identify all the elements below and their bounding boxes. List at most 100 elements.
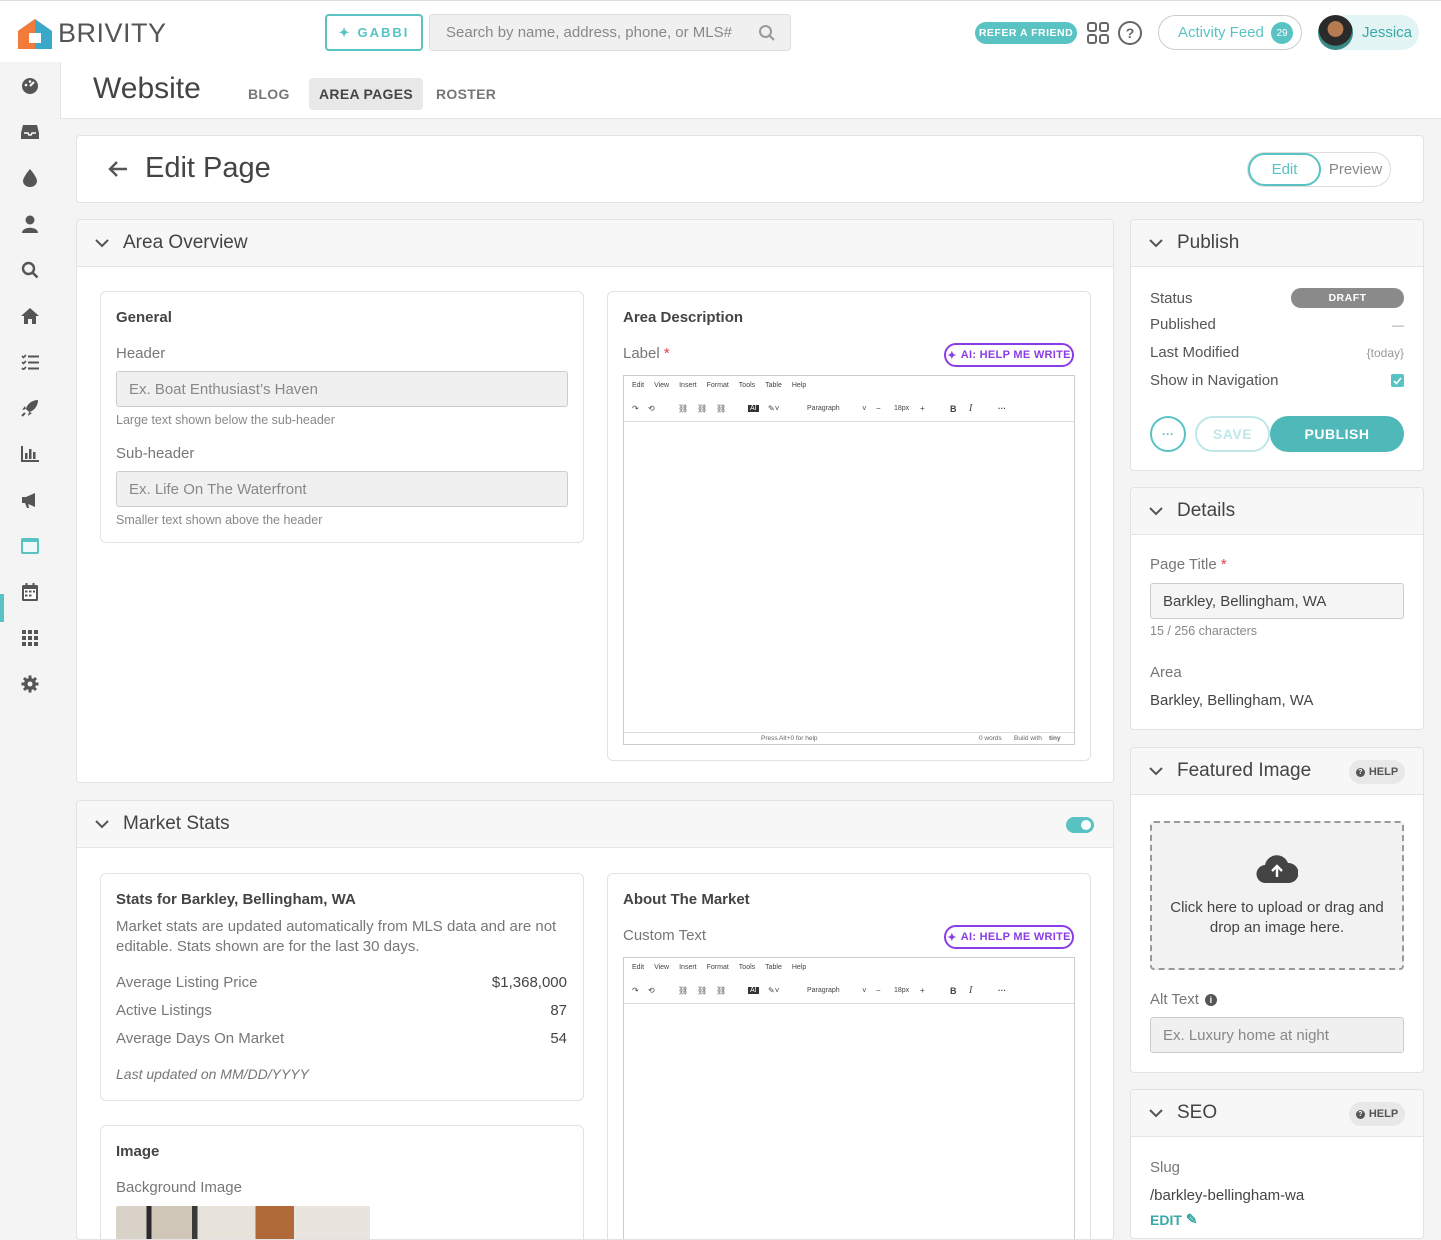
save-button[interactable]: SAVE — [1195, 416, 1270, 452]
person-icon[interactable] — [20, 214, 40, 234]
apps-nav-icon[interactable] — [20, 628, 40, 648]
area-overview-header[interactable]: Area Overview — [77, 220, 1113, 267]
chevron-down-icon[interactable] — [95, 819, 109, 829]
rich-text-editor[interactable]: Edit View Insert Format Tools Table Help… — [623, 375, 1075, 745]
apps-grid-icon[interactable] — [1087, 22, 1109, 44]
help-button[interactable]: ? HELP — [1349, 1102, 1405, 1126]
global-search-input[interactable]: Search by name, address, phone, or MLS# — [429, 14, 791, 51]
tiny-logo[interactable]: tiny — [1049, 735, 1061, 742]
website-icon[interactable] — [20, 536, 40, 556]
help-button[interactable]: ? HELP — [1349, 760, 1405, 784]
font-size-increase-icon[interactable]: + — [920, 986, 925, 995]
chevron-down-icon[interactable] — [95, 238, 109, 248]
refer-a-friend-button[interactable]: REFER A FRIEND — [975, 22, 1077, 44]
activity-feed-button[interactable]: Activity Feed 29 — [1158, 15, 1302, 50]
gabbi-button[interactable]: ✦ GABBI — [325, 14, 423, 51]
ai-assist-icon[interactable]: AI — [748, 405, 759, 412]
more-icon[interactable]: ··· — [998, 986, 1006, 995]
help-icon[interactable]: ? — [1117, 20, 1143, 46]
redo-icon[interactable]: ↷ — [632, 404, 639, 413]
chevron-down-icon[interactable]: ˅ — [862, 404, 867, 413]
rich-text-editor[interactable]: Edit View Insert Format Tools Table Help… — [623, 957, 1075, 1239]
tab-roster[interactable]: ROSTER — [426, 78, 506, 110]
unlink-icon[interactable]: ⛓ — [697, 404, 707, 413]
show-in-nav-checkbox[interactable] — [1391, 374, 1404, 387]
mode-edit-button[interactable]: Edit — [1248, 153, 1321, 186]
editor-menu-edit[interactable]: Edit — [632, 382, 644, 396]
editor-menu-view[interactable]: View — [654, 964, 669, 978]
italic-icon[interactable]: I — [969, 403, 972, 414]
ai-help-me-write-button[interactable]: ✦ AI: HELP ME WRITE — [944, 343, 1074, 367]
link-icon[interactable]: ⛓ — [678, 404, 688, 413]
background-image-thumbnail[interactable] — [116, 1206, 370, 1239]
ai-help-me-write-button[interactable]: ✦ AI: HELP ME WRITE — [944, 925, 1074, 949]
chevron-down-icon[interactable] — [1149, 506, 1163, 516]
font-size-value[interactable]: 18px — [894, 405, 909, 412]
italic-icon[interactable]: I — [969, 985, 972, 996]
page-title-input[interactable]: Barkley, Bellingham, WA — [1150, 583, 1404, 619]
editor-menu-tools[interactable]: Tools — [739, 964, 755, 978]
tab-blog[interactable]: BLOG — [238, 78, 300, 110]
editor-menu-table[interactable]: Table — [765, 964, 782, 978]
publish-header[interactable]: Publish — [1131, 220, 1423, 267]
font-size-decrease-icon[interactable]: − — [876, 404, 881, 413]
brand-logo[interactable]: BRIVITY — [18, 18, 167, 49]
font-size-increase-icon[interactable]: + — [920, 404, 925, 413]
edit-slug-button[interactable]: EDIT ✎ — [1150, 1211, 1198, 1228]
publish-button[interactable]: PUBLISH — [1270, 416, 1404, 452]
chart-icon[interactable] — [20, 444, 40, 464]
anchor-icon[interactable]: ⛓ — [716, 986, 726, 995]
editor-menu-help[interactable]: Help — [792, 964, 806, 978]
editor-menu-format[interactable]: Format — [707, 382, 729, 396]
block-format-select[interactable]: Paragraph — [807, 405, 840, 412]
search-nav-icon[interactable] — [20, 260, 40, 280]
redo-icon[interactable]: ↷ — [632, 986, 639, 995]
megaphone-icon[interactable] — [20, 490, 40, 510]
rocket-icon[interactable] — [20, 398, 40, 418]
editor-menu-view[interactable]: View — [654, 382, 669, 396]
history-icon[interactable]: ⟲ — [648, 986, 655, 995]
more-icon[interactable]: ··· — [998, 404, 1006, 413]
editor-menu-tools[interactable]: Tools — [739, 382, 755, 396]
dashboard-icon[interactable] — [20, 76, 40, 96]
bold-icon[interactable]: B — [950, 986, 957, 996]
user-menu[interactable]: Jessica — [1318, 15, 1419, 50]
search-icon[interactable] — [758, 24, 776, 42]
editor-menu-table[interactable]: Table — [765, 382, 782, 396]
mode-preview-button[interactable]: Preview — [1321, 153, 1390, 186]
font-size-decrease-icon[interactable]: − — [876, 986, 881, 995]
chevron-down-icon[interactable]: ˅ — [862, 986, 867, 995]
home-icon[interactable] — [20, 306, 40, 326]
font-size-value[interactable]: 18px — [894, 987, 909, 994]
link-icon[interactable]: ⛓ — [678, 986, 688, 995]
editor-menu-format[interactable]: Format — [707, 964, 729, 978]
inbox-icon[interactable] — [20, 122, 40, 142]
more-options-button[interactable]: ··· — [1150, 416, 1186, 452]
history-icon[interactable]: ⟲ — [648, 404, 655, 413]
checklist-icon[interactable] — [20, 352, 40, 372]
subheader-input[interactable]: Ex. Life On The Waterfront — [116, 471, 568, 507]
chevron-down-icon[interactable] — [1149, 238, 1163, 248]
chevron-down-icon[interactable] — [1149, 1108, 1163, 1118]
editor-menu-insert[interactable]: Insert — [679, 964, 697, 978]
header-input[interactable]: Ex. Boat Enthusiast’s Haven — [116, 371, 568, 407]
editor-menu-help[interactable]: Help — [792, 382, 806, 396]
market-stats-header[interactable]: Market Stats — [77, 801, 1113, 848]
gear-icon[interactable] — [20, 674, 40, 694]
block-format-select[interactable]: Paragraph — [807, 987, 840, 994]
ai-assist-icon[interactable]: AI — [748, 987, 759, 994]
magic-wand-icon[interactable]: ✎˅ — [768, 986, 779, 995]
editor-menu-insert[interactable]: Insert — [679, 382, 697, 396]
unlink-icon[interactable]: ⛓ — [697, 986, 707, 995]
alt-text-input[interactable]: Ex. Luxury home at night — [1150, 1017, 1404, 1053]
anchor-icon[interactable]: ⛓ — [716, 404, 726, 413]
magic-wand-icon[interactable]: ✎˅ — [768, 404, 779, 413]
chevron-down-icon[interactable] — [1149, 766, 1163, 776]
tab-area-pages[interactable]: AREA PAGES — [309, 78, 424, 110]
market-stats-toggle[interactable] — [1066, 817, 1094, 833]
calendar-icon[interactable] — [20, 582, 40, 602]
editor-menu-edit[interactable]: Edit — [632, 964, 644, 978]
image-dropzone[interactable]: Click here to upload or drag and drop an… — [1150, 821, 1404, 970]
bold-icon[interactable]: B — [950, 404, 957, 414]
details-header[interactable]: Details — [1131, 488, 1423, 535]
